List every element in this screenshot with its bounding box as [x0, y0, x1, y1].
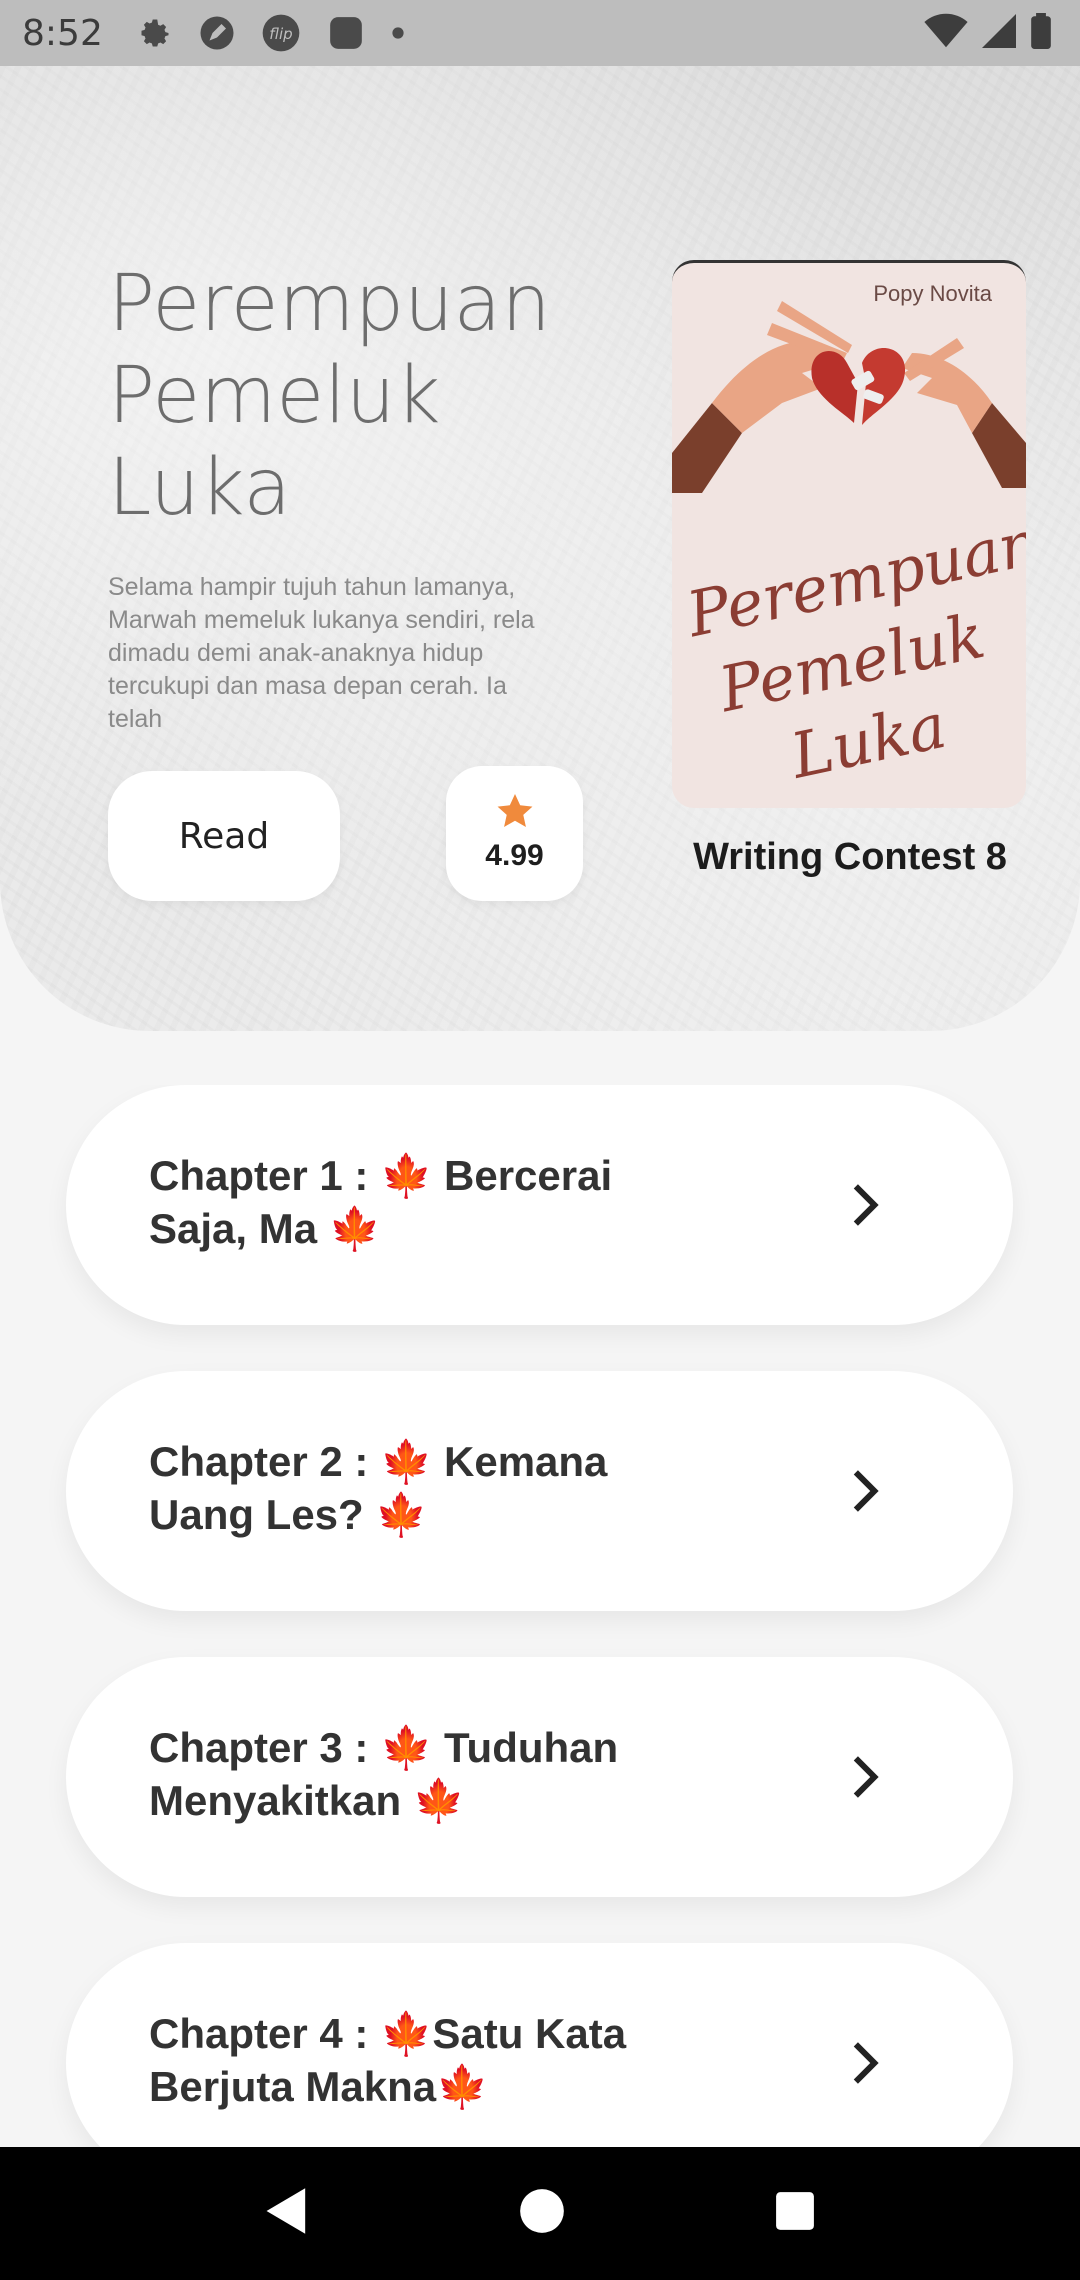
chapter-title: Chapter 4 : 🍁Satu Kata Berjuta Makna🍁 — [149, 2010, 627, 2110]
chapter-item-4[interactable]: Chapter 4 : 🍁Satu Kata Berjuta Makna🍁 — [66, 1943, 1013, 2147]
flip-icon: flip — [261, 13, 301, 53]
chapter-title: Chapter 2 : 🍁 Kemana Uang Les? 🍁 — [149, 1438, 608, 1538]
chevron-right-icon — [849, 2041, 883, 2090]
screen: 8:52 flip Perempuan Pemeluk Luka Selama … — [0, 0, 1080, 2280]
back-icon[interactable] — [264, 2186, 310, 2241]
system-nav-bar — [0, 2147, 1080, 2280]
book-description: Selama hampir tujuh tahun lamanya, Marwa… — [108, 573, 535, 733]
chapter-title: Chapter 3 : 🍁 Tuduhan Menyakitkan 🍁 — [149, 1724, 619, 1824]
book-cover[interactable]: Popy Novita Perempuan Pemeluk Luka — [672, 260, 1026, 808]
wifi-icon — [924, 13, 968, 54]
chapter-item-1[interactable]: Chapter 1 : 🍁 Bercerai Saja, Ma 🍁 — [66, 1085, 1013, 1325]
status-bar: 8:52 flip — [0, 0, 1080, 66]
square-app-icon — [327, 14, 365, 52]
home-icon[interactable] — [519, 2188, 565, 2239]
chapter-list[interactable]: Chapter 1 : 🍁 Bercerai Saja, Ma 🍁 Chapte… — [0, 1085, 1080, 2147]
cover-title: Perempuan Pemeluk Luka — [680, 505, 1026, 793]
status-right-icons — [924, 0, 1052, 66]
star-icon — [497, 794, 533, 833]
dot-icon — [391, 26, 405, 40]
book-title: Perempuan Pemeluk Luka — [108, 259, 551, 533]
contest-label: Writing Contest 8 — [693, 836, 1007, 878]
rating-badge: 4.99 — [446, 766, 583, 901]
signal-icon — [982, 13, 1016, 54]
status-time: 8:52 — [22, 12, 103, 54]
chevron-right-icon — [849, 1183, 883, 1232]
recents-icon[interactable] — [774, 2190, 816, 2237]
svg-text:flip: flip — [269, 25, 292, 43]
pen-icon — [199, 15, 235, 51]
chapter-title: Chapter 1 : 🍁 Bercerai Saja, Ma 🍁 — [149, 1152, 613, 1252]
read-button[interactable]: Read — [108, 771, 340, 901]
chapter-item-3[interactable]: Chapter 3 : 🍁 Tuduhan Menyakitkan 🍁 — [66, 1657, 1013, 1897]
cover-illustration — [672, 301, 1026, 493]
chevron-right-icon — [849, 1469, 883, 1518]
chapter-item-2[interactable]: Chapter 2 : 🍁 Kemana Uang Les? 🍁 — [66, 1371, 1013, 1611]
rating-value: 4.99 — [485, 839, 544, 872]
book-hero: Perempuan Pemeluk Luka Selama hampir tuj… — [0, 66, 1080, 1031]
battery-icon — [1030, 12, 1052, 54]
chevron-right-icon — [849, 1755, 883, 1804]
gear-icon — [137, 15, 173, 51]
